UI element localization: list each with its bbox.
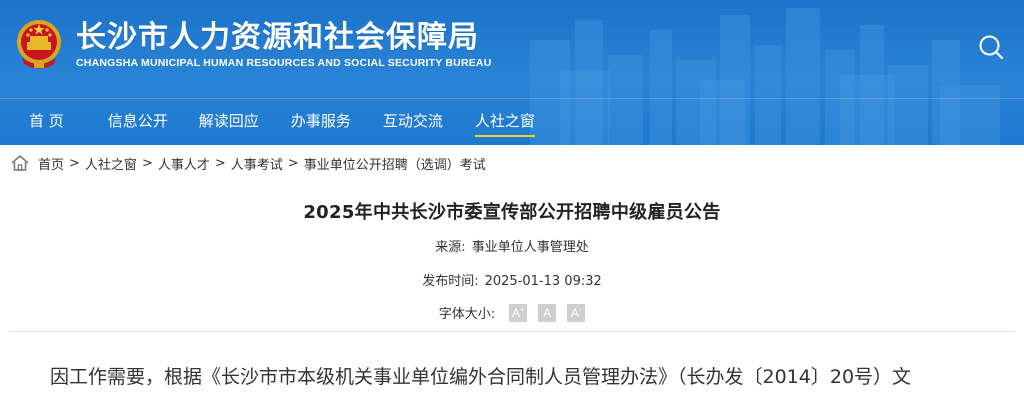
nav-item-interpretation[interactable]: 解读回应 bbox=[199, 99, 259, 145]
national-emblem-icon bbox=[17, 20, 61, 69]
breadcrumb: 首页 > 人社之窗 > 人事人才 > 人事考试 > 事业单位公开招聘（选调）考试 bbox=[0, 145, 1024, 181]
site-title-cn: 长沙市人力资源和社会保障局 bbox=[76, 19, 479, 55]
font-size-label: 字体大小: bbox=[438, 307, 496, 322]
breadcrumb-separator: > bbox=[141, 155, 153, 171]
nav-item-info-disclosure[interactable]: 信息公开 bbox=[108, 99, 168, 145]
site-title-en: CHANGSHA MUNICIPAL HUMAN RESOURCES AND S… bbox=[76, 56, 492, 69]
content-divider bbox=[10, 331, 1014, 332]
font-size-increase-button[interactable]: A+ bbox=[509, 303, 528, 322]
breadcrumb-public-recruitment[interactable]: 事业单位公开招聘（选调）考试 bbox=[304, 154, 486, 173]
main-nav: 首 页 信息公开 解读回应 办事服务 互动交流 人社之窗 bbox=[0, 98, 1024, 145]
breadcrumb-exams[interactable]: 人事考试 bbox=[231, 154, 283, 173]
publish-time-value: 2025-01-13 09:32 bbox=[484, 274, 602, 289]
breadcrumb-separator: > bbox=[287, 155, 299, 171]
source-label: 来源: bbox=[435, 240, 466, 255]
source-value: 事业单位人事管理处 bbox=[471, 240, 589, 255]
article-header: 2025年中共长沙市委宣传部公开招聘中级雇员公告 来源: 事业单位人事管理处 发布… bbox=[0, 198, 1024, 322]
font-size-decrease-button[interactable]: A- bbox=[567, 303, 586, 322]
search-icon[interactable] bbox=[978, 34, 1004, 60]
site-header: 长沙市人力资源和社会保障局 CHANGSHA MUNICIPAL HUMAN R… bbox=[0, 0, 1024, 145]
breadcrumb-separator: > bbox=[69, 155, 80, 171]
breadcrumb-hr-window[interactable]: 人社之窗 bbox=[85, 154, 137, 173]
nav-item-interaction[interactable]: 互动交流 bbox=[383, 99, 443, 145]
font-size-normal-button[interactable]: A bbox=[538, 303, 557, 322]
article-title: 2025年中共长沙市委宣传部公开招聘中级雇员公告 bbox=[303, 202, 721, 223]
breadcrumb-personnel[interactable]: 人事人才 bbox=[158, 154, 210, 173]
nav-item-hr-window[interactable]: 人社之窗 bbox=[474, 99, 535, 145]
font-size-controls: 字体大小: A+ A A- bbox=[0, 303, 1024, 322]
article-publish-time: 发布时间: 2025-01-13 09:32 bbox=[0, 270, 1024, 289]
breadcrumb-separator: > bbox=[214, 155, 226, 171]
article-source: 来源: 事业单位人事管理处 bbox=[0, 236, 1024, 255]
site-brand[interactable]: 长沙市人力资源和社会保障局 CHANGSHA MUNICIPAL HUMAN R… bbox=[14, 18, 492, 70]
breadcrumb-home[interactable]: 首页 bbox=[38, 154, 64, 173]
nav-item-services[interactable]: 办事服务 bbox=[291, 99, 351, 145]
home-icon[interactable] bbox=[10, 154, 30, 172]
article-body-paragraph: 因工作需要，根据《长沙市市本级机关事业单位编外合同制人员管理办法》（长办发〔20… bbox=[50, 366, 912, 388]
nav-item-home[interactable]: 首 页 bbox=[29, 99, 64, 145]
publish-time-label: 发布时间: bbox=[422, 274, 479, 289]
